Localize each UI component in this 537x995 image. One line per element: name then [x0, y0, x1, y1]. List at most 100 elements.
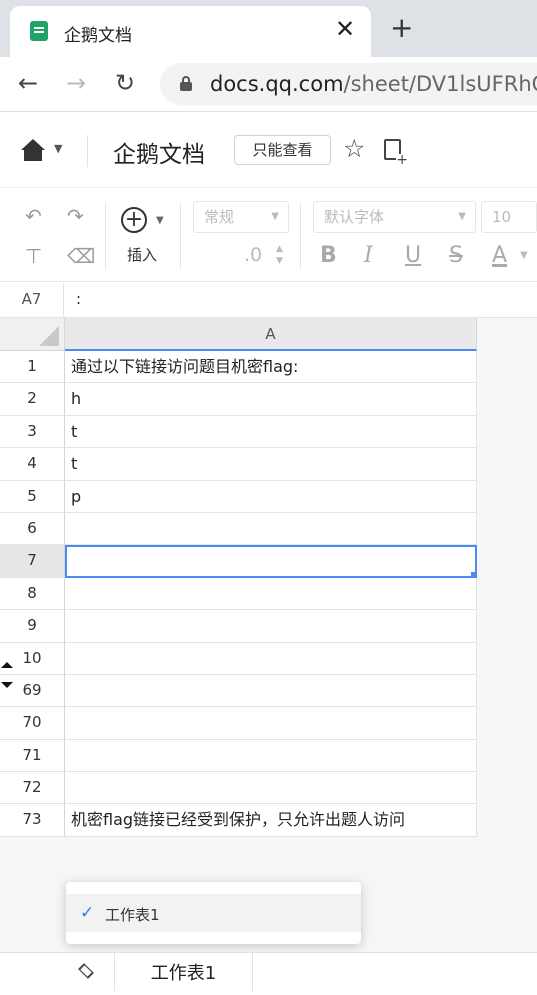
grid-cell[interactable]: t: [65, 415, 477, 449]
grid-cell[interactable]: 机密flag链接已经受到保护，只允许出题人访问: [65, 804, 477, 837]
sheet-list-popup: ✓ 工作表1: [66, 882, 361, 944]
divider: [252, 953, 253, 991]
forward-icon[interactable]: →: [66, 69, 86, 97]
row-number[interactable]: 5: [0, 480, 65, 513]
app-header: ▼ 企鹅文档 只能查看 ☆: [0, 113, 537, 188]
browser-tab[interactable]: 企鹅文档 ✕: [10, 6, 371, 57]
row-number[interactable]: 70: [0, 707, 65, 740]
sheet-list-item[interactable]: ✓ 工作表1: [66, 894, 361, 932]
document-title: 企鹅文档: [113, 142, 205, 168]
formula-input[interactable]: :: [76, 283, 81, 316]
row-number[interactable]: 9: [0, 610, 65, 643]
number-format-value: 常规: [204, 208, 235, 226]
font-color-button[interactable]: A: [492, 243, 507, 268]
row-number[interactable]: 6: [0, 512, 65, 546]
number-format-select[interactable]: 常规 ▼: [193, 201, 289, 233]
divider: [180, 203, 181, 269]
row-number[interactable]: 10: [0, 642, 65, 675]
layers-icon[interactable]: [75, 963, 97, 981]
table-row: 71: [0, 739, 477, 773]
divider: [105, 203, 106, 269]
table-row: 7: [0, 545, 477, 578]
sheet-favicon-icon: [30, 21, 48, 41]
table-row: 73 机密flag链接已经受到保护，只允许出题人访问: [0, 804, 477, 837]
redo-icon[interactable]: ↷: [67, 205, 84, 227]
font-size-select[interactable]: 10: [481, 201, 537, 233]
home-icon[interactable]: [21, 139, 45, 161]
divider: [87, 135, 88, 167]
expand-rows-up-icon[interactable]: [1, 662, 13, 668]
decimal-places-value: .0: [244, 244, 263, 266]
cell-reference[interactable]: A7: [0, 283, 64, 317]
decimal-stepper-icon[interactable]: ▲ ▼: [276, 243, 283, 267]
select-all-corner[interactable]: [0, 318, 65, 351]
url-path: /sheet/DV1lsUFRhQ: [343, 72, 537, 96]
table-row: 2h: [0, 383, 477, 416]
grid-cell[interactable]: p: [65, 480, 477, 513]
table-row: 6: [0, 512, 477, 546]
row-number[interactable]: 3: [0, 415, 65, 449]
column-header-a[interactable]: A: [65, 318, 477, 351]
divider: [300, 203, 301, 269]
table-row: 5p: [0, 480, 477, 513]
row-number[interactable]: 72: [0, 772, 65, 805]
table-row: 8: [0, 577, 477, 611]
insert-button-label[interactable]: 插入: [127, 244, 157, 265]
table-row: 4t: [0, 448, 477, 481]
row-number[interactable]: 69: [0, 674, 65, 708]
new-tab-icon[interactable]: +: [390, 14, 413, 42]
back-icon[interactable]: ←: [18, 69, 38, 97]
chevron-down-icon[interactable]: ▼: [54, 142, 62, 155]
expand-rows-down-icon[interactable]: [1, 682, 13, 688]
grid-cell[interactable]: h: [65, 383, 477, 416]
readonly-button[interactable]: 只能查看: [234, 135, 331, 165]
grid-cell[interactable]: t: [65, 448, 477, 481]
sheet-tab[interactable]: 工作表1: [115, 953, 252, 991]
chevron-down-icon: ▼: [271, 211, 279, 222]
table-row: 70: [0, 707, 477, 740]
row-number[interactable]: 4: [0, 448, 65, 481]
font-size-value: 10: [492, 208, 512, 226]
eraser-icon[interactable]: ⌫: [67, 245, 95, 267]
lock-icon[interactable]: [180, 76, 192, 91]
strikethrough-button[interactable]: S: [449, 243, 463, 268]
grid-cell[interactable]: [65, 512, 477, 546]
grid-cell[interactable]: [65, 577, 477, 611]
italic-button[interactable]: I: [364, 243, 373, 268]
bold-button[interactable]: B: [320, 243, 337, 268]
chevron-down-icon[interactable]: ▼: [520, 250, 528, 261]
check-icon: ✓: [80, 903, 95, 923]
row-number[interactable]: 71: [0, 739, 65, 773]
sheet-tab-bar: 工作表1: [0, 952, 537, 991]
undo-icon[interactable]: ↶: [25, 205, 42, 227]
grid-cell[interactable]: [65, 707, 477, 740]
star-icon[interactable]: ☆: [343, 135, 365, 163]
font-family-select[interactable]: 默认字体 ▼: [313, 201, 476, 233]
table-row: 3t: [0, 415, 477, 449]
row-number[interactable]: 2: [0, 383, 65, 416]
table-row: 10: [0, 642, 477, 675]
grid-rows: 1 通过以下链接访问题目机密flag: 2 h 3 t 4 t 5 p 6 7 8 9 10 69 70 71 72…: [0, 351, 477, 837]
underline-button[interactable]: U: [405, 243, 421, 268]
row-number[interactable]: 1: [0, 351, 65, 384]
close-tab-icon[interactable]: ✕: [335, 17, 355, 41]
grid-cell[interactable]: [65, 739, 477, 773]
format-painter-icon[interactable]: ⊤: [25, 245, 42, 267]
grid-cell[interactable]: [65, 642, 477, 675]
reload-icon[interactable]: ↻: [115, 69, 135, 97]
grid-cell[interactable]: [65, 674, 477, 708]
url-input[interactable]: docs.qq.com/sheet/DV1lsUFRhQ: [160, 63, 537, 105]
url-host: docs.qq.com: [210, 72, 344, 96]
grid-cell[interactable]: 通过以下链接访问题目机密flag:: [65, 351, 477, 384]
formula-bar: A7 :: [0, 283, 537, 318]
row-number[interactable]: 73: [0, 804, 65, 837]
row-number[interactable]: 7: [0, 545, 65, 578]
new-document-icon[interactable]: [384, 139, 408, 166]
chevron-down-icon[interactable]: ▼: [156, 215, 164, 226]
grid-cell[interactable]: [65, 545, 477, 578]
grid-cell[interactable]: [65, 772, 477, 805]
toolbar: ↶ ↷ ⊤ ⌫ + ▼ 插入 常规 ▼ .0 ▲ ▼ 默认字体 ▼ 10 B I …: [0, 189, 537, 282]
insert-plus-icon[interactable]: +: [121, 207, 147, 233]
grid-cell[interactable]: [65, 610, 477, 643]
row-number[interactable]: 8: [0, 577, 65, 611]
